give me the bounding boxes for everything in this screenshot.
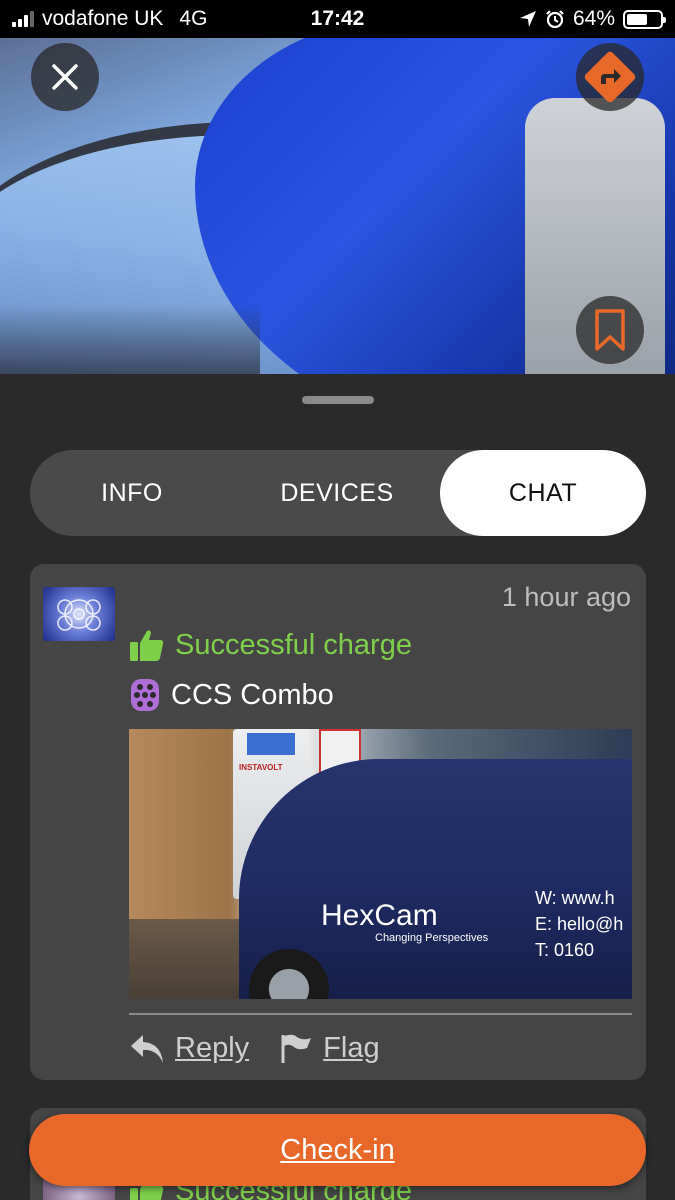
close-button[interactable] [31, 43, 99, 111]
tab-info[interactable]: INFO [30, 450, 234, 536]
details-sheet: INFO DEVICES CHAT 1 hour ago Successful … [0, 374, 675, 1200]
tab-chat[interactable]: CHAT [440, 450, 646, 536]
avatar-pattern [57, 599, 101, 631]
alarm-icon [546, 10, 564, 29]
post-photo[interactable]: INSTAVOLT HexCam Changing Perspectives W… [129, 729, 632, 999]
ccs-plug-icon [131, 679, 159, 711]
check-in-button[interactable]: Check-in [29, 1114, 646, 1186]
directions-button[interactable] [576, 43, 644, 111]
bookmark-icon [595, 309, 625, 351]
tab-bar: INFO DEVICES CHAT [30, 450, 646, 536]
reply-button[interactable]: Reply [129, 1032, 249, 1065]
close-icon [52, 64, 78, 90]
status-bar: vodafone UK 4G 17:42 64% [0, 0, 675, 38]
reply-icon [131, 1034, 163, 1063]
charge-status: Successful charge [129, 628, 412, 662]
post-timestamp: 1 hour ago [501, 582, 631, 612]
avatar[interactable] [43, 587, 115, 641]
battery-icon [623, 9, 666, 29]
battery-percent: 64% [572, 7, 615, 30]
thumbs-up-icon [130, 630, 164, 661]
location-photo [0, 38, 675, 374]
charge-status-text: Successful charge [175, 628, 412, 661]
flag-button[interactable]: Flag [279, 1032, 380, 1065]
sheet-drag-handle[interactable] [302, 396, 374, 404]
connector-type: CCS Combo [129, 678, 334, 712]
photo-brand-text: HexCam [321, 899, 438, 932]
photo-tagline-text: Changing Perspectives [375, 932, 489, 944]
photo-contact-text: W: www.h E: hello@h T: 0160 [535, 888, 624, 960]
tab-devices[interactable]: DEVICES [234, 450, 440, 536]
connector-type-text: CCS Combo [171, 678, 334, 711]
post-actions: Reply Flag [129, 1032, 380, 1065]
chat-post: 1 hour ago Successful charge CCS Combo I… [30, 564, 646, 1080]
divider [129, 1013, 632, 1015]
directions-icon [584, 51, 636, 103]
location-arrow-icon [519, 11, 536, 27]
status-right: 64% [519, 7, 666, 31]
bookmark-button[interactable] [576, 296, 644, 364]
flag-icon [281, 1034, 312, 1063]
